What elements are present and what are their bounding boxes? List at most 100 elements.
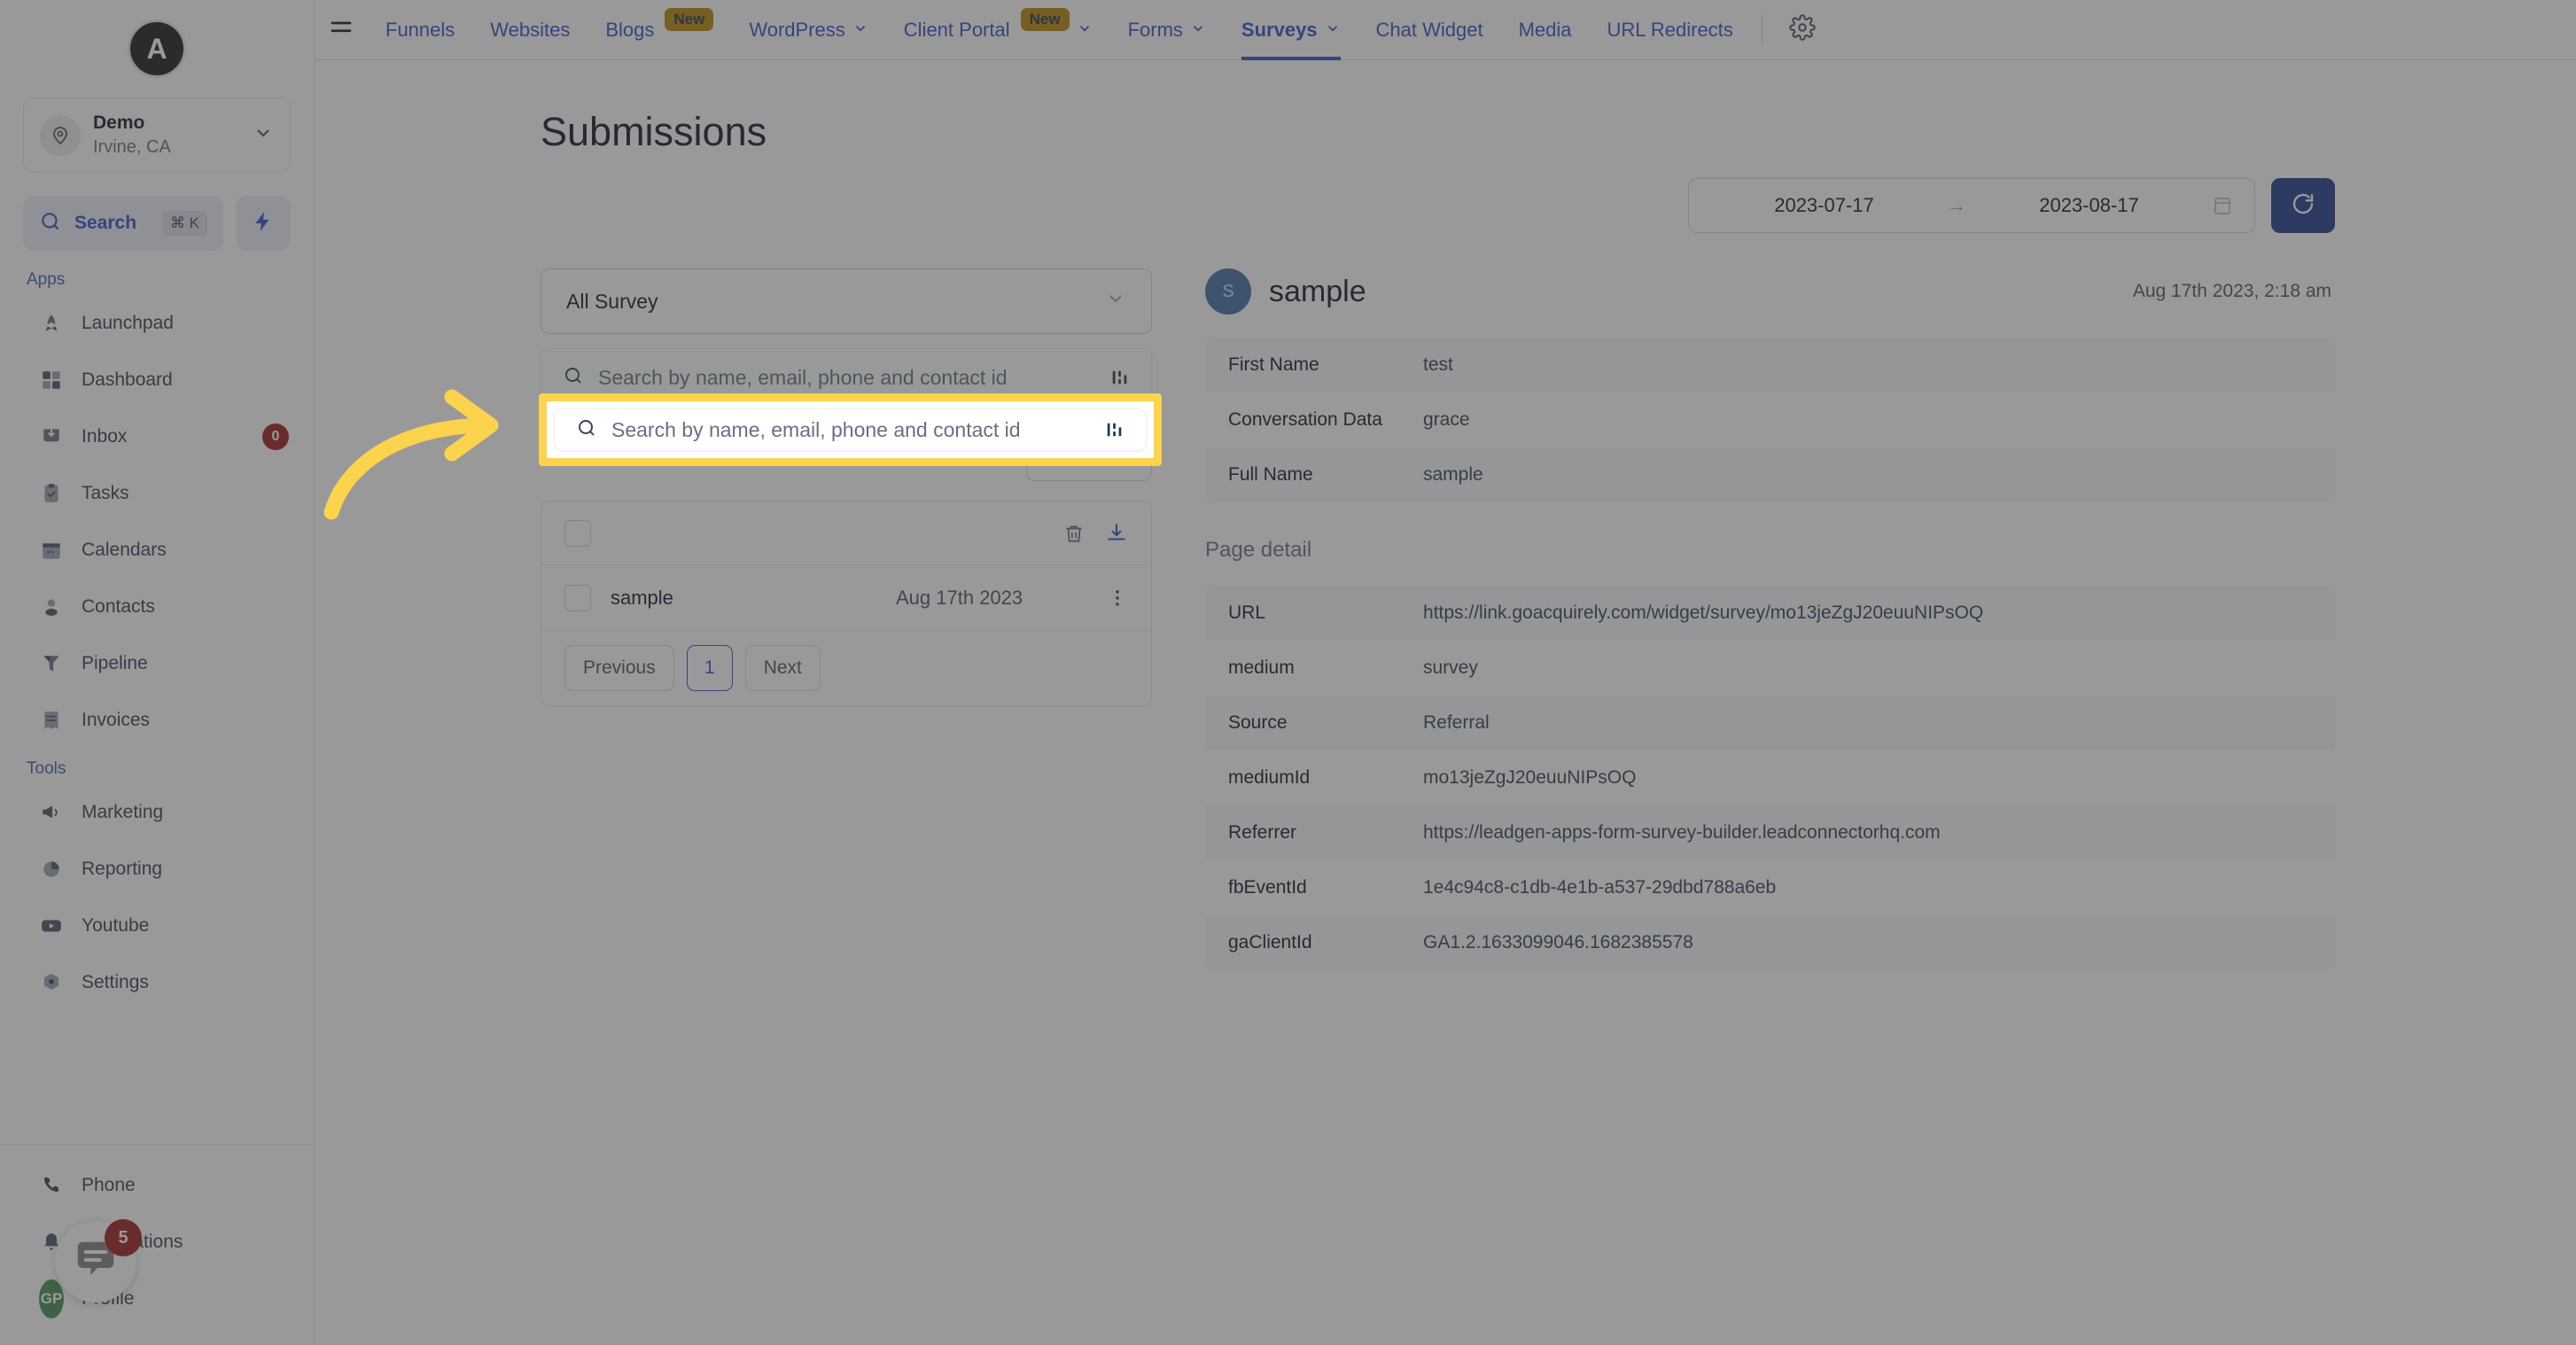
chat-unread-badge: 5 [105, 1219, 142, 1256]
sidebar-item-reporting[interactable]: Reporting [0, 841, 314, 898]
pagination-next[interactable]: Next [744, 645, 821, 691]
tab-chat-widget[interactable]: Chat Widget [1358, 0, 1501, 60]
tab-forms[interactable]: Forms [1110, 0, 1224, 60]
content-columns: All Survey Search by name, email, phone … [315, 233, 2576, 970]
avatar: S [1205, 268, 1251, 315]
sidebar-item-dashboard[interactable]: Dashboard [0, 352, 314, 408]
brand-logo-wrap[interactable]: A [0, 0, 314, 97]
field-key: URL [1228, 603, 1266, 623]
chevron-down-icon [852, 19, 868, 42]
gear-icon [1788, 14, 1816, 45]
date-range-picker[interactable]: 2023-07-17 → 2023-08-17 [1688, 178, 2255, 233]
sidebar-item-launchpad[interactable]: Launchpad [0, 295, 314, 352]
field-value: grace [1423, 409, 1470, 430]
inbox-badge: 0 [262, 424, 289, 450]
dashboard-icon [39, 368, 64, 393]
table-row: First Name test [1205, 338, 2335, 393]
chat-support-widget[interactable]: 5 [55, 1219, 142, 1302]
sidebar-search-row: Search ⌘ K [0, 173, 314, 260]
gear-icon [39, 970, 64, 995]
tab-label: Surveys [1241, 18, 1318, 41]
search-icon [563, 365, 584, 391]
hamburger-icon [328, 14, 354, 45]
sidebar-item-contacts[interactable]: Contacts [0, 579, 314, 635]
sidebar-item-phone[interactable]: Phone [0, 1157, 314, 1214]
location-text: Demo Irvine, CA [93, 113, 240, 157]
youtube-icon [39, 914, 64, 938]
field-value: https://link.goacquirely.com/widget/surv… [1423, 603, 1984, 623]
field-value: Referral [1423, 712, 1490, 733]
submission-fields-table: First Name test Conversation Data grace … [1205, 338, 2335, 502]
sidebar-item-label: Tasks [82, 483, 129, 503]
global-search-button[interactable]: Search ⌘ K [23, 196, 223, 251]
location-sub: Irvine, CA [93, 136, 171, 157]
sidebar-item-calendars[interactable]: Calendars [0, 522, 314, 579]
sidebar-item-profile[interactable]: GP Profile [0, 1271, 314, 1327]
date-end[interactable]: 2023-08-17 [1975, 194, 2203, 217]
quick-actions-button[interactable] [236, 196, 291, 251]
date-arrow-icon: → [1947, 194, 1966, 216]
tab-surveys[interactable]: Surveys [1224, 0, 1358, 60]
tab-funnels[interactable]: Funnels [368, 0, 472, 60]
tasks-icon [39, 481, 64, 506]
chevron-down-icon [1325, 19, 1341, 42]
sidebar-item-notifications[interactable]: Notifications [0, 1214, 314, 1271]
submission-detail-column: S sample Aug 17th 2023, 2:18 am First Na… [1205, 268, 2335, 970]
field-key: Full Name [1228, 464, 1313, 485]
search-placeholder: Search by name, email, phone and contact… [598, 365, 1008, 389]
tab-wordpress[interactable]: WordPress [731, 0, 885, 60]
megaphone-icon [39, 800, 64, 825]
nav-group-label-tools: Tools [27, 759, 66, 778]
sidebar-item-inbox[interactable]: Inbox 0 [0, 408, 314, 465]
detail-title: sample [1269, 274, 1366, 308]
app-logo-icon: A [128, 19, 186, 78]
phone-icon [39, 1173, 64, 1198]
global-search-label: Search [74, 213, 137, 233]
refresh-icon [2290, 190, 2316, 222]
inbox-icon [39, 424, 64, 449]
tab-media[interactable]: Media [1501, 0, 1590, 60]
sidebar-item-settings[interactable]: Settings [0, 954, 314, 1011]
pagination-page-1[interactable]: 1 [686, 645, 733, 691]
pagination: Previous 1 Next [541, 631, 1151, 705]
tab-blogs[interactable]: Blogs New [588, 0, 731, 60]
contacts-icon [39, 595, 64, 619]
survey-filter-select[interactable]: All Survey [541, 268, 1152, 334]
sidebar-item-label: Pipeline [82, 653, 148, 673]
tab-label: Client Portal [903, 18, 1010, 41]
detail-timestamp: Aug 17th 2023, 2:18 am [2132, 281, 2331, 301]
select-all-checkbox[interactable] [564, 519, 591, 547]
survey-filter-value: All Survey [566, 289, 658, 313]
list-toolbar [541, 501, 1151, 565]
field-value: sample [1423, 464, 1483, 485]
field-key: Referrer [1228, 822, 1297, 843]
field-value: mo13jeZgJ20euuNIPsOQ [1423, 767, 1637, 788]
sidebar-item-pipeline[interactable]: Pipeline [0, 635, 314, 692]
tab-client-portal[interactable]: Client Portal New [886, 0, 1110, 60]
table-row[interactable]: sample Aug 17th 2023 [541, 565, 1151, 631]
tab-websites[interactable]: Websites [472, 0, 588, 60]
download-button[interactable] [1105, 522, 1128, 545]
sidebar-item-invoices[interactable]: Invoices [0, 692, 314, 749]
date-start[interactable]: 2023-07-17 [1710, 194, 1938, 217]
sidebar-item-tasks[interactable]: Tasks [0, 465, 314, 522]
pagination-previous[interactable]: Previous [564, 645, 674, 691]
tab-url-redirects[interactable]: URL Redirects [1590, 0, 1751, 60]
row-menu-icon[interactable] [1107, 587, 1128, 609]
sidebar-toggle-button[interactable] [315, 14, 368, 45]
bolt-icon [252, 210, 275, 237]
row-checkbox[interactable] [564, 584, 591, 611]
sidebar-item-label: Marketing [82, 802, 164, 822]
pie-chart-icon [39, 857, 64, 882]
location-switcher[interactable]: Demo Irvine, CA [23, 97, 291, 173]
sidebar-item-label: Dashboard [82, 369, 173, 390]
refresh-button[interactable] [2271, 178, 2335, 233]
topnav-settings-button[interactable] [1773, 14, 1832, 45]
nav-group-label-apps: Apps [27, 270, 66, 289]
table-row: Referrer https://leadgen-apps-form-surve… [1205, 805, 2335, 860]
sidebar-item-youtube[interactable]: Youtube [0, 898, 314, 954]
submissions-search-input[interactable]: Search by name, email, phone and contact… [554, 408, 1147, 451]
filter-icon[interactable] [1105, 420, 1125, 439]
delete-button[interactable] [1062, 522, 1086, 545]
sidebar-item-marketing[interactable]: Marketing [0, 784, 314, 841]
